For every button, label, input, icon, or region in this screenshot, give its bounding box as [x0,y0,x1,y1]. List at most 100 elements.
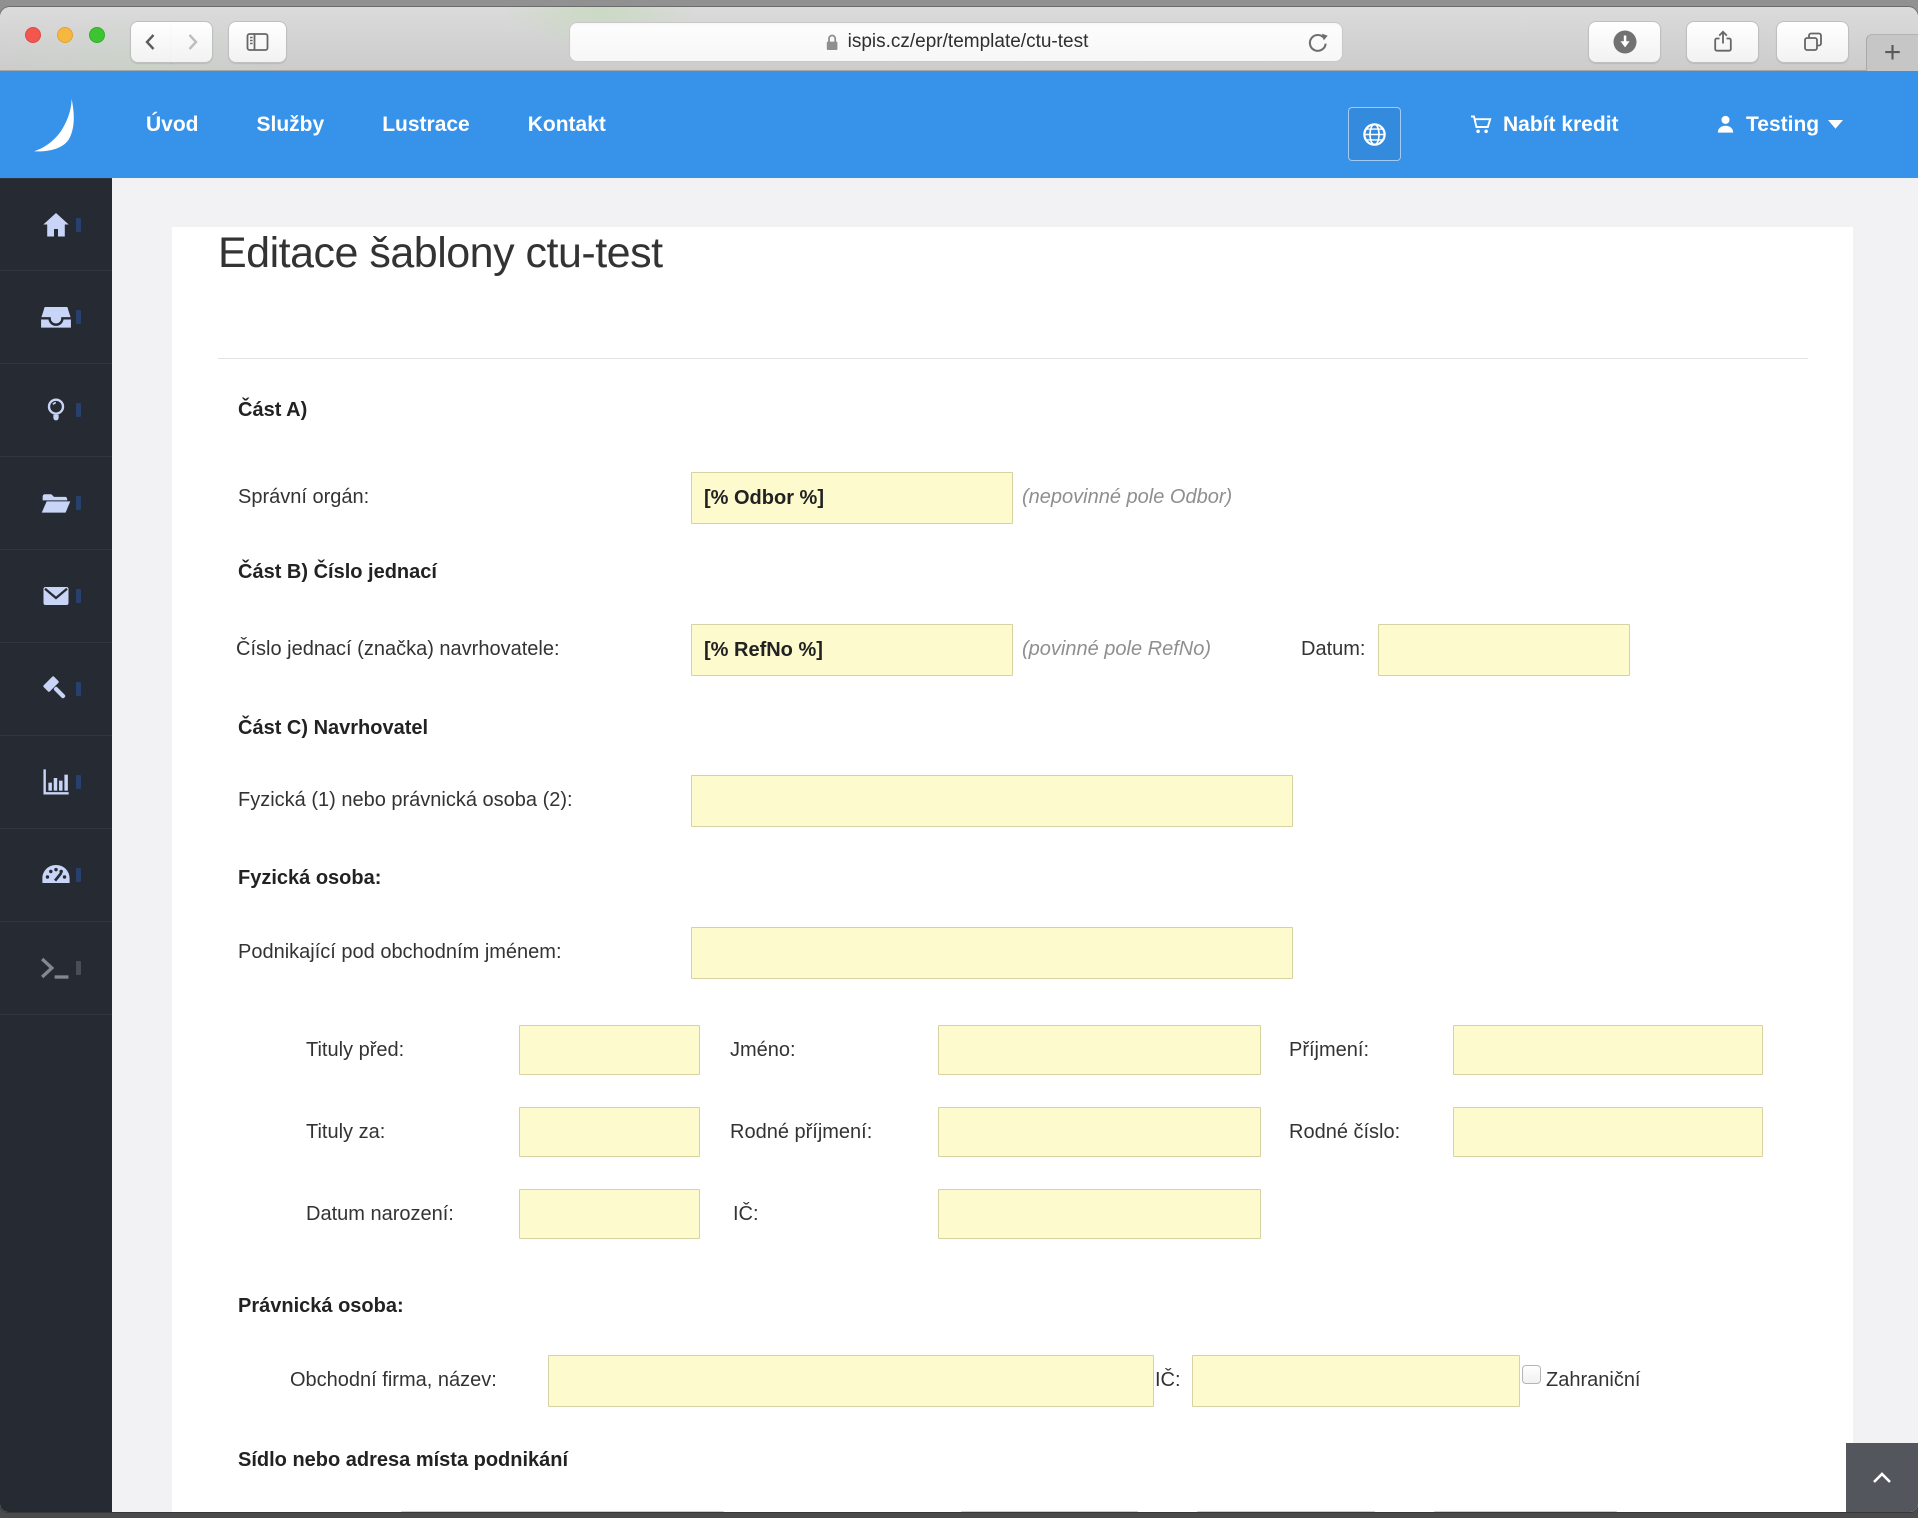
gavel-icon [43,676,66,699]
nav-link-sluzby[interactable]: Služby [257,113,325,137]
osoba-input[interactable] [691,775,1293,827]
prijmeni-label: Příjmení: [1289,1039,1370,1061]
sidebar-item-terminal[interactable] [0,922,112,1015]
firma-input[interactable] [548,1355,1154,1407]
sidebar-toggle-button[interactable] [228,21,287,63]
minimize-window-button[interactable] [57,27,73,43]
browser-toolbar: ispis.cz/epr/template/ctu-test + [0,7,1918,71]
close-window-button[interactable] [25,27,41,43]
page-title: Editace šablony ctu-test [218,229,663,277]
sidebar-icon [246,33,269,51]
organ-input[interactable] [691,472,1013,524]
folder-open-icon [41,494,71,513]
refno-label: Číslo jednací (značka) navrhovatele: [236,638,560,660]
ic-pravnicka-label: IČ: [1155,1369,1181,1391]
title-divider [218,358,1808,359]
datum-narozeni-input[interactable] [519,1189,700,1239]
tituly-za-input[interactable] [519,1107,700,1157]
datum-input[interactable] [1378,624,1630,676]
page-background: Editace šablony ctu-test Část A) Správní… [112,178,1918,1512]
reload-button[interactable] [1304,30,1330,61]
caret-down-icon [1828,119,1844,129]
rodne-cislo-input[interactable] [1453,1107,1763,1157]
share-icon [1713,30,1732,52]
language-button[interactable] [1348,107,1401,161]
jmeno-label: Jméno: [730,1039,796,1061]
podnikajici-label: Podnikající pod obchodním jménem: [238,941,562,963]
content-card: Editace šablony ctu-test Část A) Správní… [172,227,1853,1512]
bar-chart-icon [43,769,69,795]
sidebar-item-auctions[interactable] [0,643,112,736]
forward-button[interactable] [171,21,213,63]
sidebar-item-statistics[interactable] [0,736,112,829]
rodne-prijmeni-input[interactable] [938,1107,1261,1157]
app-body: Editace šablony ctu-test Část A) Správní… [0,178,1918,1512]
site-navbar: Úvod Služby Lustrace Kontakt Nabít kredi… [0,71,1918,178]
sidebar-item-dashboard[interactable] [0,829,112,922]
nav-link-lustrace[interactable]: Lustrace [382,113,470,137]
zahranicni-label: Zahraniční [1546,1369,1641,1391]
ic-fyzicka-label: IČ: [733,1203,759,1225]
section-b-heading: Část B) Číslo jednací [238,561,437,583]
lock-icon [826,34,838,50]
downloads-button[interactable] [1588,21,1661,63]
envelope-icon [43,587,69,605]
organ-note: (nepovinné pole Odbor) [1022,486,1233,508]
sidebar-item-inbox[interactable] [0,271,112,364]
user-icon [1717,115,1734,133]
globe-icon [1363,122,1386,146]
inbox-icon [41,307,71,328]
credit-button[interactable]: Nabít kredit [1469,71,1619,178]
share-button[interactable] [1686,21,1759,63]
zahranicni-checkbox[interactable] [1522,1365,1541,1384]
sidlo-field-1[interactable] [401,1511,724,1512]
scroll-to-top-button[interactable] [1846,1443,1918,1512]
zoom-window-button[interactable] [89,27,105,43]
new-tab-button[interactable]: + [1866,34,1918,71]
sidebar-item-home[interactable] [0,178,112,271]
download-icon [1613,30,1636,54]
fyzicka-heading: Fyzická osoba: [238,867,382,889]
cart-icon [1471,115,1492,133]
credit-label: Nabít kredit [1503,112,1619,136]
plus-icon: + [1883,36,1902,69]
jmeno-input[interactable] [938,1025,1261,1075]
tituly-pred-label: Tituly před: [306,1039,405,1061]
organ-label: Správní orgán: [238,486,370,508]
tabs-icon [1803,32,1822,51]
brand-logo-icon[interactable] [28,95,90,157]
sidebar-item-ideas[interactable] [0,364,112,457]
refno-input[interactable] [691,624,1013,676]
section-a-heading: Část A) [238,399,308,421]
section-c-heading: Část C) Navrhovatel [238,717,429,739]
home-icon [43,212,69,236]
user-menu[interactable]: Testing [1714,71,1844,178]
terminal-icon [41,957,69,979]
sidlo-heading: Sídlo nebo adresa místa podnikání [238,1449,569,1471]
chevron-right-icon [188,34,198,50]
sidebar-item-mail[interactable] [0,550,112,643]
rodne-prijmeni-label: Rodné příjmení: [730,1121,873,1143]
lightbulb-icon [47,398,65,421]
browser-window: ispis.cz/epr/template/ctu-test + Úvod Sl… [0,7,1918,1512]
osoba-label: Fyzická (1) nebo právnická osoba (2): [238,789,573,811]
back-button[interactable] [130,21,172,63]
chevron-up-icon [1873,1471,1891,1483]
show-all-tabs-button[interactable] [1776,21,1849,63]
reload-icon [1308,33,1328,52]
user-label: Testing [1746,112,1820,136]
ic-pravnicka-input[interactable] [1192,1355,1520,1407]
sidlo-field-3[interactable] [1197,1511,1375,1512]
prijmeni-input[interactable] [1453,1025,1763,1075]
nav-link-uvod[interactable]: Úvod [146,113,199,137]
ic-fyzicka-input[interactable] [938,1189,1261,1239]
sidlo-field-2[interactable] [961,1511,1138,1512]
url-text: ispis.cz/epr/template/ctu-test [847,31,1089,52]
tachometer-icon [42,865,70,883]
address-bar[interactable]: ispis.cz/epr/template/ctu-test [569,22,1343,62]
nav-link-kontakt[interactable]: Kontakt [528,113,606,137]
sidlo-field-4[interactable] [1434,1511,1617,1512]
sidebar-item-files[interactable] [0,457,112,550]
podnikajici-input[interactable] [691,927,1293,979]
tituly-pred-input[interactable] [519,1025,700,1075]
